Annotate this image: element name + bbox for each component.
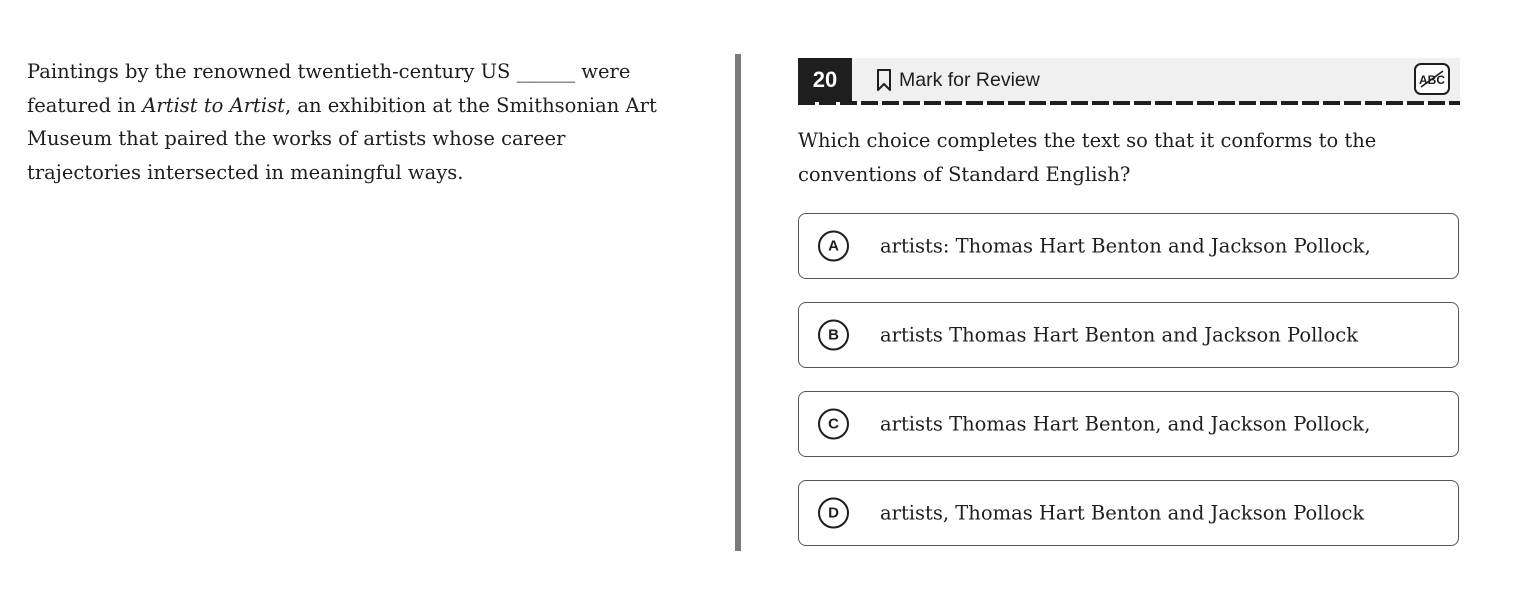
mark-for-review-button[interactable]: Mark for Review [876,58,1040,102]
choice-text-c: artists Thomas Hart Benton, and Jackson … [880,412,1371,436]
choice-b[interactable]: B artists Thomas Hart Benton and Jackson… [798,302,1459,368]
bookmark-icon [877,69,891,91]
pane-divider[interactable] [735,54,741,551]
passage-text: Paintings by the renowned twentieth-cent… [27,55,667,189]
choice-letter-b: B [818,319,849,351]
passage-title-italic: Artist to Artist [142,93,285,117]
choice-text-b: artists Thomas Hart Benton and Jackson P… [880,323,1359,347]
choice-text-d: artists, Thomas Hart Benton and Jackson … [880,501,1365,525]
question-number: 20 [798,58,852,102]
choice-letter-c: C [818,408,849,440]
choice-text-a: artists: Thomas Hart Benton and Jackson … [880,234,1371,258]
mark-for-review-label: Mark for Review [899,68,1040,91]
choice-c[interactable]: C artists Thomas Hart Benton, and Jackso… [798,391,1459,457]
question-header: 20 Mark for Review ABC [798,58,1460,102]
choice-a[interactable]: A artists: Thomas Hart Benton and Jackso… [798,213,1459,279]
choice-letter-a: A [818,230,849,262]
question-prompt: Which choice completes the text so that … [798,129,1377,186]
abc-strikethrough-icon: ABC [1419,70,1445,88]
choice-d[interactable]: D artists, Thomas Hart Benton and Jackso… [798,480,1459,546]
answer-eliminator-button[interactable]: ABC [1414,63,1450,95]
choice-letter-d: D [818,497,849,529]
header-dashed-rule [798,101,1460,105]
